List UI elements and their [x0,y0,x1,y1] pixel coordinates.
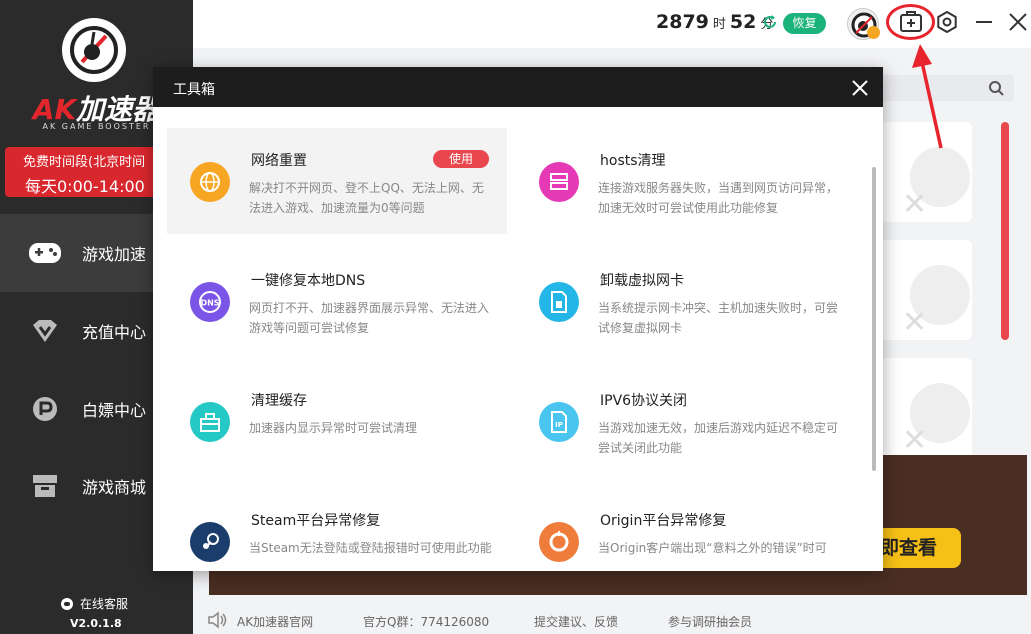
dialog-header: 工具箱 [153,67,883,107]
feedback-link[interactable]: 提交建议、反馈 [534,613,618,630]
gear-icon[interactable] [936,10,958,34]
refresh-icon[interactable] [763,15,777,33]
svg-text:✕: ✕ [902,305,927,340]
use-button[interactable]: 使用 [433,150,489,168]
tool-title: 一键修复本地DNS [251,273,366,289]
close-window-icon[interactable] [1008,12,1028,32]
search-icon[interactable] [988,80,1004,96]
remaining-time: 2879 时 52 分 [656,11,777,33]
tool-description: 连接游戏服务器失败，当遇到网页访问异常，加速无效时可尝试使用此功能修复 [598,181,839,215]
tool-title: hosts清理 [600,153,666,169]
tool-hosts-clean[interactable]: hosts清理 连接游戏服务器失败，当遇到网页访问异常，加速无效时可尝试使用此功… [516,128,856,234]
svg-text:IP: IP [555,421,563,429]
vip-badge-icon [867,26,880,39]
tool-steam-repair[interactable]: Steam平台异常修复 当Steam无法登陆或登陆报错时可使用此功能 [167,488,507,571]
tool-uninstall-virtual-nic[interactable]: 卸载虚拟网卡 当系统提示网卡冲突、主机加速失败时，可尝试修复虚拟网卡 [516,248,856,354]
hours-unit: 时 [712,17,726,32]
tool-description: 解决打不开网页、登不上QQ、无法上网、无法进入游戏、加速流量为0等问题 [249,181,484,215]
game-card[interactable]: ✕ [880,240,972,340]
annotation-arrow [912,44,943,149]
sidebar-item-label: 游戏加速 [82,245,147,264]
sidebar-item-label: 充值中心 [82,323,147,342]
app-window: AK加速器 AK GAME BOOSTER 免费时间段(北京时间 每天0:00-… [0,0,1031,634]
tool-description: 当系统提示网卡冲突、主机加速失败时，可尝试修复虚拟网卡 [598,301,839,335]
tool-disable-ipv6[interactable]: IP IPV6协议关闭 当游戏加速无效，加速后游戏内延迟不稳定可尝试关闭此功能 [516,368,856,474]
tool-clear-cache[interactable]: 清理缓存 加速器内显示异常时可尝试清理 [167,368,507,474]
tool-list: 网络重置 使用 解决打不开网页、登不上QQ、无法上网、无法进入游戏、加速流量为0… [153,107,883,571]
cache-box-icon [190,402,230,442]
online-support-link[interactable]: 在线客服 [60,595,128,612]
speaker-icon [207,610,229,633]
support-icon [61,597,73,610]
remaining-hours: 2879 [656,11,709,33]
restore-button[interactable]: 恢复 [783,13,826,34]
diamond-icon [28,317,62,345]
tool-title: Steam平台异常修复 [251,513,381,529]
qq-group-link[interactable]: 官方Q群：774126080 [363,613,489,630]
tool-repair-dns[interactable]: DNS 一键修复本地DNS 网页打不开、加速器界面展示异常、无法进入游戏等问题可… [167,248,507,354]
banner-view-button[interactable]: 即查看 [878,528,961,568]
tool-description: 当游戏加速无效，加速后游戏内延迟不稳定可尝试关闭此功能 [598,421,839,455]
store-icon [28,472,62,500]
tool-description: 加速器内显示异常时可尝试清理 [249,421,418,435]
app-version: V2.0.1.8 [70,617,122,630]
game-list-scrollbar[interactable] [1001,122,1009,340]
tool-title: Origin平台异常修复 [600,513,727,529]
toolbox-dialog: 工具箱 网络重置 使用 解决打不开网页、登不上QQ、无法上网、无法进入游戏、加速… [153,67,883,571]
remaining-minutes: 52 [729,11,757,33]
ip-file-icon: IP [539,402,579,442]
dns-icon: DNS [190,282,230,322]
sidebar-item-label: 白嫖中心 [82,401,147,420]
globe-icon [190,162,230,202]
tool-description: 网页打不开、加速器界面展示异常、无法进入游戏等问题可尝试修复 [249,301,490,335]
svg-text:✕: ✕ [902,187,927,222]
official-site-link[interactable]: AK加速器官网 [237,613,313,630]
logo-icon [62,18,126,82]
svg-text:✕: ✕ [902,423,927,458]
survey-link[interactable]: 参与调研抽会员 [668,613,752,630]
support-label: 在线客服 [80,597,129,611]
tool-network-reset[interactable]: 网络重置 使用 解决打不开网页、登不上QQ、无法上网、无法进入游戏、加速流量为0… [167,128,507,234]
dialog-scrollbar[interactable] [872,167,876,471]
minimize-icon[interactable] [976,21,992,23]
dialog-title: 工具箱 [173,82,215,98]
origin-icon [539,522,579,562]
toolbox-icon[interactable] [898,9,924,35]
tool-description: 当Origin客户端出现“意料之外的错误”时可 [598,541,827,555]
free-time-hours: 每天0:00-14:00 [25,177,145,196]
game-card[interactable]: ✕ [880,358,972,458]
tool-title: 卸载虚拟网卡 [600,273,684,289]
sim-card-icon [539,282,579,322]
top-bar: 2879 时 52 分 恢复 [193,0,1031,48]
gamepad-icon [28,239,62,267]
free-time-label: 免费时间段(北京时间 [23,155,146,170]
close-icon[interactable] [851,79,869,97]
tool-description: 当Steam无法登陆或登陆报错时可使用此功能 [249,541,492,555]
svg-text:DNS: DNS [200,299,219,308]
p-coin-icon [28,395,62,423]
sidebar-item-label: 游戏商城 [82,478,147,497]
footer-bar: AK加速器官网 官方Q群：774126080 提交建议、反馈 参与调研抽会员 [193,605,1031,634]
tool-title: IPV6协议关闭 [600,393,688,409]
server-icon [539,162,579,202]
steam-icon [190,522,230,562]
tool-origin-repair[interactable]: Origin平台异常修复 当Origin客户端出现“意料之外的错误”时可 [516,488,856,571]
tool-title: 清理缓存 [251,393,307,409]
tool-title: 网络重置 [251,153,307,169]
